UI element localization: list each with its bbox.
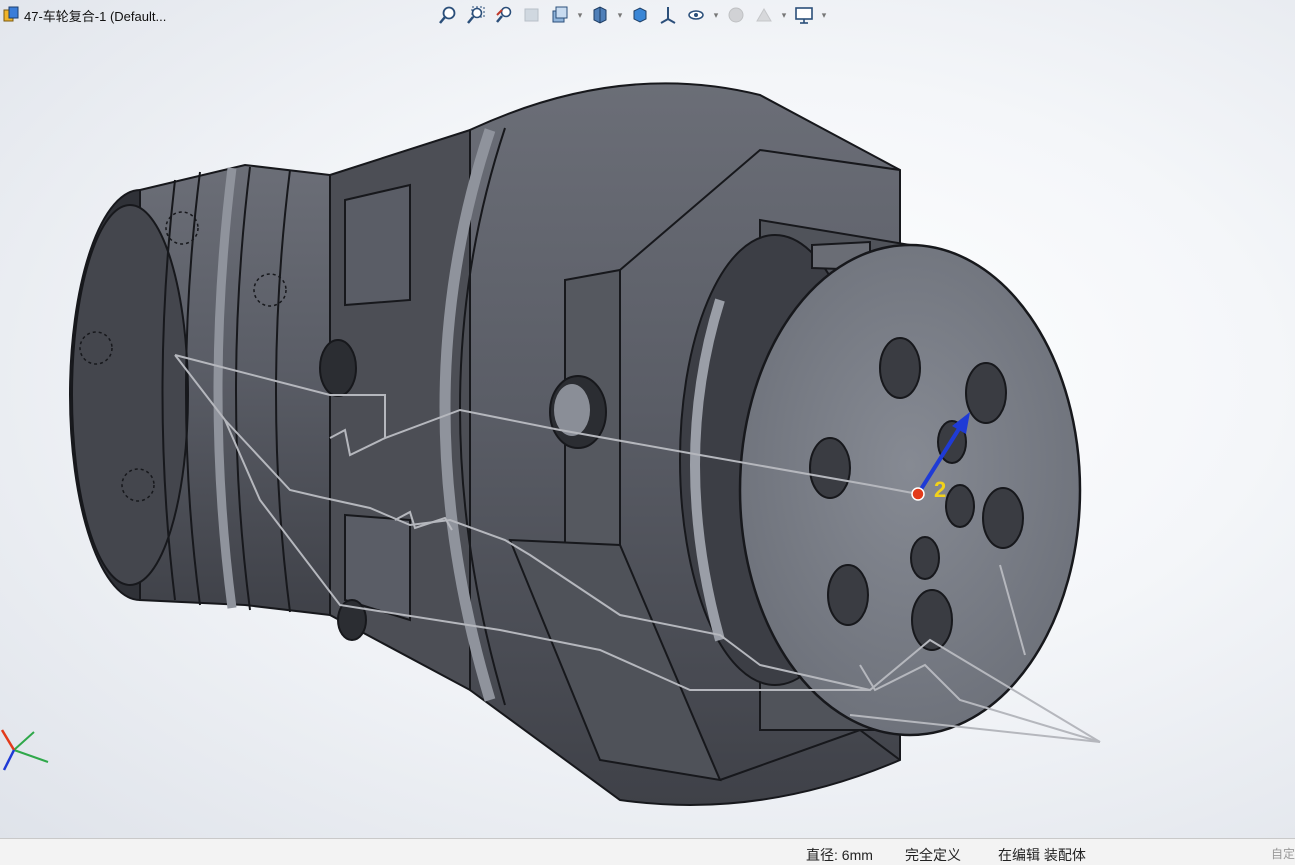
document-title[interactable]: 47-车轮复合-1 (Default... <box>2 5 166 25</box>
reference-triad[interactable] <box>0 718 60 778</box>
section-view-icon <box>524 8 539 22</box>
display-monitor-button[interactable] <box>792 3 816 27</box>
status-bar: 直径: 6mm 完全定义 在编辑 装配体 自定 <box>0 838 1295 865</box>
cad-model-view[interactable] <box>0 0 1295 838</box>
triad-z-axis <box>0 729 16 751</box>
view-settings-button[interactable] <box>724 3 748 27</box>
display-style-dropdown[interactable]: ▾ <box>616 3 624 27</box>
realview-button[interactable] <box>752 3 776 27</box>
zoom-to-fit-button[interactable] <box>436 3 460 27</box>
hide-show-items-button[interactable] <box>684 3 708 27</box>
realview-icon <box>756 8 772 22</box>
graphics-area[interactable]: 2 47-车轮复合-1 (Default... ▾ ▾ ▾ ▾ ▾ <box>0 0 1295 838</box>
display-monitor-icon <box>795 7 813 24</box>
zoom-to-area-button[interactable] <box>464 3 488 27</box>
status-diameter: 直径: 6mm <box>806 847 873 863</box>
display-style-icon <box>593 6 607 24</box>
view-orientation-dropdown[interactable]: ▾ <box>576 3 584 27</box>
view-orientation-button[interactable] <box>548 3 572 27</box>
realview-dropdown[interactable]: ▾ <box>780 3 788 27</box>
view-settings-icon <box>728 7 744 23</box>
view-orientation-icon <box>552 6 568 23</box>
display-style-button[interactable] <box>588 3 612 27</box>
heads-up-view-toolbar: ▾ ▾ ▾ ▾ ▾ <box>436 2 828 28</box>
zoom-to-area-icon <box>467 6 485 24</box>
status-editing-context: 在编辑 装配体 <box>998 847 1086 863</box>
display-monitor-dropdown[interactable]: ▾ <box>820 3 828 27</box>
origin-point <box>911 487 925 501</box>
status-definition-state: 完全定义 <box>905 847 961 863</box>
previous-view-button[interactable] <box>492 3 516 27</box>
document-title-text: 47-车轮复合-1 (Default... <box>24 8 167 24</box>
front-face[interactable] <box>738 243 1082 737</box>
hide-show-items-dropdown[interactable]: ▾ <box>712 3 720 27</box>
zoom-to-fit-icon <box>439 6 456 24</box>
section-view-button[interactable] <box>520 3 544 27</box>
previous-view-icon <box>496 6 512 23</box>
hide-show-items-icon <box>688 10 704 20</box>
status-customize[interactable]: 自定 <box>1271 845 1295 862</box>
triad-x-axis <box>13 749 49 763</box>
assembly-document-icon <box>3 6 19 22</box>
rear-hub[interactable] <box>69 163 331 617</box>
triad-w-axis <box>2 749 16 771</box>
apply-scene-button[interactable] <box>656 3 680 27</box>
apply-scene-icon <box>660 7 676 24</box>
dimension-label[interactable]: 2 <box>934 477 946 503</box>
edit-appearance-icon <box>633 7 647 23</box>
edit-appearance-button[interactable] <box>628 3 652 27</box>
triad-y-axis <box>13 731 35 751</box>
